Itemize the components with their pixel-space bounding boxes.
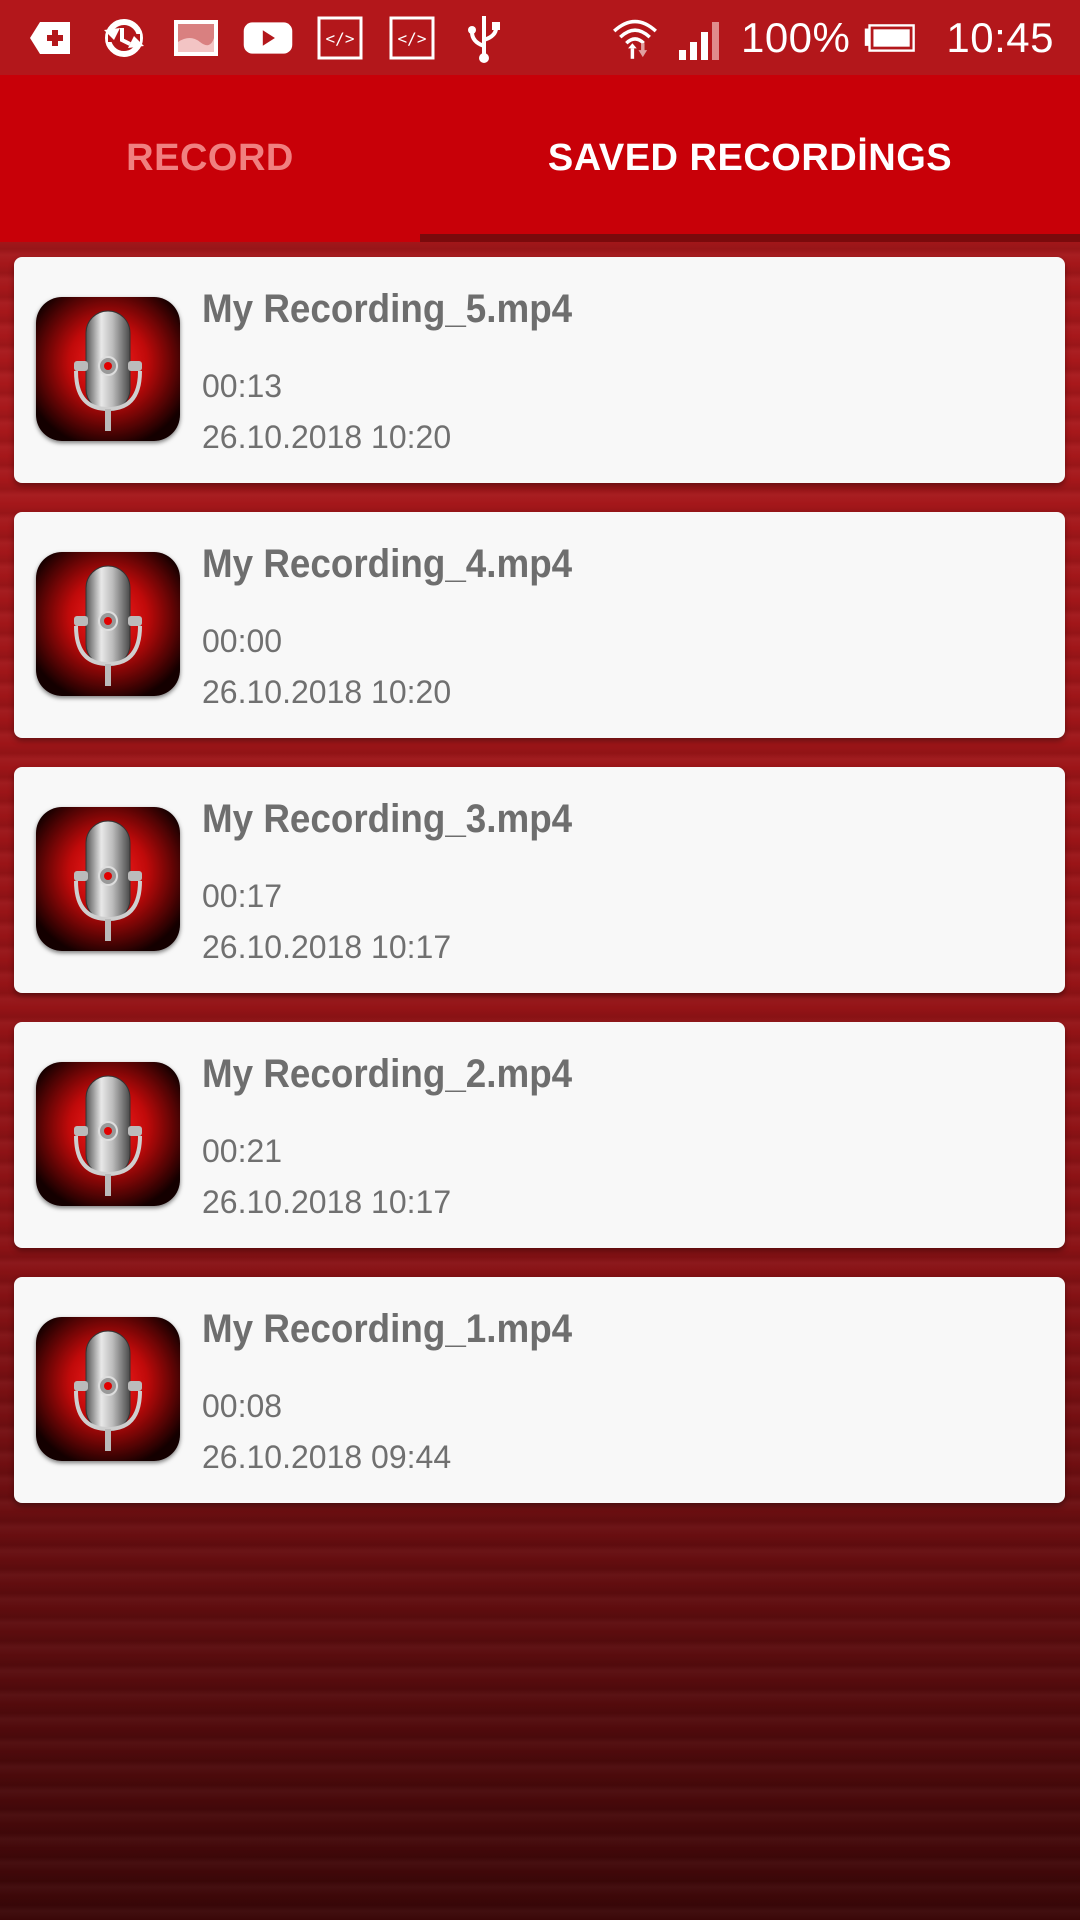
recording-date: 26.10.2018 10:20 bbox=[202, 674, 452, 710]
recording-info: My Recording_4.mp4 00:00 26.10.2018 10:2… bbox=[202, 542, 604, 711]
battery-percent: 100% bbox=[740, 13, 851, 61]
status-bar: </> </> 100% 10:45 bbox=[0, 0, 1080, 75]
usb-icon bbox=[458, 12, 510, 64]
recording-list: My Recording_5.mp4 00:13 26.10.2018 10:2… bbox=[14, 257, 1065, 1532]
recording-info: My Recording_2.mp4 00:21 26.10.2018 10:1… bbox=[202, 1052, 604, 1221]
recording-duration: 00:13 bbox=[202, 368, 283, 404]
code-icon: </> bbox=[314, 12, 366, 64]
battery-icon bbox=[864, 12, 916, 64]
recording-card[interactable]: My Recording_5.mp4 00:13 26.10.2018 10:2… bbox=[14, 257, 1065, 483]
recording-duration: 00:21 bbox=[202, 1133, 283, 1169]
recording-date: 26.10.2018 10:17 bbox=[202, 929, 452, 965]
recording-info: My Recording_1.mp4 00:08 26.10.2018 09:4… bbox=[202, 1307, 604, 1476]
recording-title: My Recording_2.mp4 bbox=[202, 1052, 573, 1096]
notification-icons: </> </> bbox=[26, 12, 510, 64]
microphone-icon bbox=[36, 1317, 180, 1461]
svg-text:</>: </> bbox=[398, 29, 427, 48]
recording-info: My Recording_3.mp4 00:17 26.10.2018 10:1… bbox=[202, 797, 604, 966]
recording-card[interactable]: My Recording_3.mp4 00:17 26.10.2018 10:1… bbox=[14, 767, 1065, 993]
microphone-icon bbox=[36, 297, 180, 441]
recording-title: My Recording_5.mp4 bbox=[202, 287, 573, 331]
microphone-icon bbox=[36, 807, 180, 951]
recording-card[interactable]: My Recording_2.mp4 00:21 26.10.2018 10:1… bbox=[14, 1022, 1065, 1248]
recording-duration: 00:08 bbox=[202, 1388, 283, 1424]
add-box-icon bbox=[26, 12, 78, 64]
recording-title: My Recording_3.mp4 bbox=[202, 797, 573, 841]
microphone-icon bbox=[36, 1062, 180, 1206]
system-indicators: 100% 10:45 bbox=[609, 12, 1054, 64]
tab-saved-recordings[interactable]: SAVED RECORDİNGS bbox=[420, 75, 1080, 242]
recording-info: My Recording_5.mp4 00:13 26.10.2018 10:2… bbox=[202, 287, 604, 456]
recording-date: 26.10.2018 10:17 bbox=[202, 1184, 452, 1220]
recording-title: My Recording_1.mp4 bbox=[202, 1307, 573, 1351]
youtube-icon bbox=[242, 12, 294, 64]
recording-title: My Recording_4.mp4 bbox=[202, 542, 573, 586]
recording-card[interactable]: My Recording_1.mp4 00:08 26.10.2018 09:4… bbox=[14, 1277, 1065, 1503]
recording-card[interactable]: My Recording_4.mp4 00:00 26.10.2018 10:2… bbox=[14, 512, 1065, 738]
recording-duration: 00:17 bbox=[202, 878, 283, 914]
gallery-icon bbox=[170, 12, 222, 64]
recording-duration: 00:00 bbox=[202, 623, 283, 659]
code-icon: </> bbox=[386, 12, 438, 64]
svg-text:</>: </> bbox=[326, 29, 355, 48]
tab-bar: RECORD SAVED RECORDİNGS bbox=[0, 75, 1080, 242]
signal-icon bbox=[675, 12, 727, 64]
recording-date: 26.10.2018 10:20 bbox=[202, 419, 452, 455]
status-clock: 10:45 bbox=[946, 13, 1054, 61]
wifi-icon bbox=[609, 12, 661, 64]
microphone-icon bbox=[36, 552, 180, 696]
recording-date: 26.10.2018 09:44 bbox=[202, 1439, 452, 1475]
sync-icon bbox=[98, 12, 150, 64]
tab-record[interactable]: RECORD bbox=[0, 75, 420, 242]
